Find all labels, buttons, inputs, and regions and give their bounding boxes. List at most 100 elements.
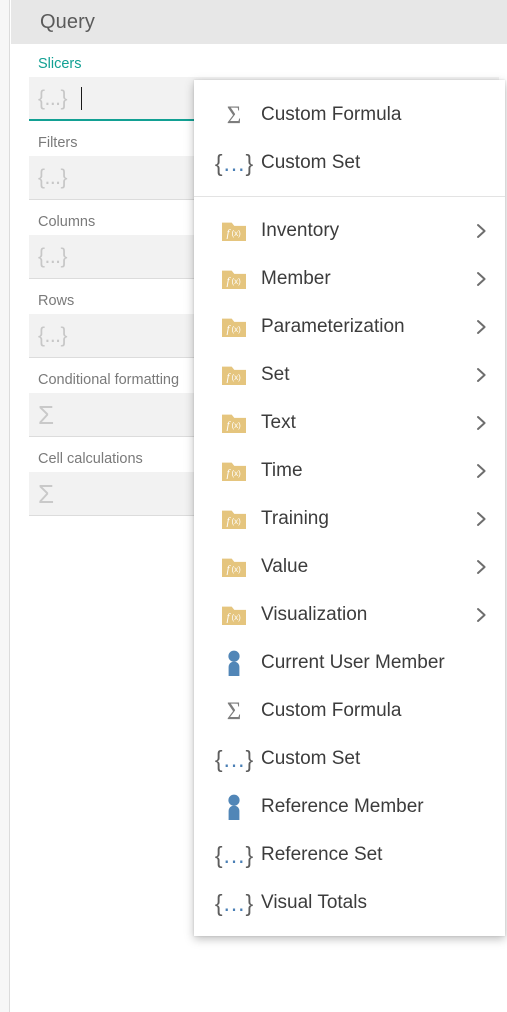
text-cursor [81, 86, 83, 110]
menu-item-label: Custom Set [261, 152, 361, 173]
menu-item-custom-formula[interactable]: Σ Custom Formula [194, 91, 505, 139]
page-title: Query [40, 10, 95, 33]
fx-folder-glyph: f (x) [222, 221, 246, 241]
svg-text:(x): (x) [232, 229, 242, 238]
svg-text:(x): (x) [232, 277, 242, 286]
menu-item-label: Text [261, 412, 296, 433]
braces-glyph: {…} [214, 841, 254, 868]
menu-item-custom-set[interactable]: {…} Custom Set [194, 139, 505, 187]
menu-item-parameterization[interactable]: f (x) Parameterization [194, 303, 505, 351]
menu-item-label: Set [261, 364, 290, 385]
fx-folder-glyph: f (x) [222, 605, 246, 625]
menu-item-set[interactable]: f (x) Set [194, 351, 505, 399]
set-braces-icon: {…} [215, 151, 253, 175]
menu-item-label: Inventory [261, 220, 340, 241]
sigma-icon: Σ [38, 399, 54, 430]
menu-item-text[interactable]: f (x) Text [194, 399, 505, 447]
menu-item-label: Current User Member [261, 652, 445, 673]
menu-item-custom-formula[interactable]: Σ Custom Formula [194, 687, 505, 735]
fx-folder-glyph: f (x) [222, 557, 246, 577]
menu-item-current-user-member[interactable]: Current User Member [194, 639, 505, 687]
braces-glyph: {…} [214, 149, 254, 176]
menu-item-label: Custom Set [261, 748, 361, 769]
fx-folder-glyph: f (x) [222, 509, 246, 529]
braces-glyph: {…} [214, 889, 254, 916]
fx-folder-glyph: f (x) [222, 365, 246, 385]
fx-folder-icon: f (x) [219, 267, 249, 291]
menu-item-reference-set[interactable]: {…} Reference Set [194, 831, 505, 879]
menu-item-label: Value [261, 556, 309, 577]
chevron-right-icon [473, 415, 489, 431]
braces-glyph: {…} [214, 745, 254, 772]
sigma-icon: Σ [38, 478, 54, 509]
menu-item-label: Custom Formula [261, 700, 402, 721]
sigma-icon: Σ [219, 103, 249, 128]
fx-folder-glyph: f (x) [222, 413, 246, 433]
menu-item-label: Reference Member [261, 796, 424, 817]
menu-separator [194, 196, 505, 197]
chevron-right-icon [473, 511, 489, 527]
menu-item-label: Parameterization [261, 316, 405, 337]
fx-folder-icon: f (x) [219, 555, 249, 579]
menu-item-label: Visual Totals [261, 892, 367, 913]
menu-item-inventory[interactable]: f (x) Inventory [194, 207, 505, 255]
menu-item-member[interactable]: f (x) Member [194, 255, 505, 303]
menu-item-time[interactable]: f (x) Time [194, 447, 505, 495]
fx-folder-icon: f (x) [219, 363, 249, 387]
fx-folder-icon: f (x) [219, 507, 249, 531]
add-element-dropdown-menu[interactable]: Σ Custom Formula {…} Custom Set f (x) Inventor… [194, 80, 505, 936]
set-braces-icon: {...} [38, 166, 68, 189]
menu-item-label: Member [261, 268, 331, 289]
menu-item-value[interactable]: f (x) Value [194, 543, 505, 591]
chevron-right-icon [473, 607, 489, 623]
menu-item-label: Custom Formula [261, 104, 402, 125]
svg-text:(x): (x) [232, 565, 242, 574]
set-braces-icon: {...} [38, 245, 68, 268]
set-braces-icon: {…} [215, 747, 253, 771]
menu-item-label: Reference Set [261, 844, 383, 865]
menu-item-visualization[interactable]: f (x) Visualization [194, 591, 505, 639]
chevron-right-icon [473, 271, 489, 287]
person-icon [219, 794, 249, 821]
svg-text:(x): (x) [232, 517, 242, 526]
menu-item-reference-member[interactable]: Reference Member [194, 783, 505, 831]
person-glyph [228, 650, 240, 676]
panel-header: Query [11, 0, 507, 44]
chevron-right-icon [473, 463, 489, 479]
fx-folder-icon: f (x) [219, 315, 249, 339]
fx-folder-icon: f (x) [219, 219, 249, 243]
left-gutter [0, 0, 10, 1012]
set-braces-icon: {...} [38, 324, 68, 347]
fx-folder-glyph: f (x) [222, 269, 246, 289]
set-braces-icon: {…} [215, 891, 253, 915]
set-braces-icon: {...} [38, 86, 68, 110]
menu-item-label: Training [261, 508, 329, 529]
menu-item-label: Time [261, 460, 303, 481]
person-glyph [228, 794, 240, 820]
query-panel-screen: Query Slicers {...} Filters {...} Columns {..… [0, 0, 507, 1012]
menu-item-custom-set[interactable]: {…} Custom Set [194, 735, 505, 783]
fx-folder-icon: f (x) [219, 459, 249, 483]
sigma-glyph: Σ [226, 101, 242, 129]
chevron-right-icon [473, 559, 489, 575]
chevron-right-icon [473, 223, 489, 239]
fx-folder-icon: f (x) [219, 603, 249, 627]
field-label: Slicers [38, 56, 82, 72]
chevron-right-icon [473, 319, 489, 335]
chevron-right-icon [473, 367, 489, 383]
svg-text:(x): (x) [232, 421, 242, 430]
fx-folder-glyph: f (x) [222, 317, 246, 337]
sigma-icon: Σ [219, 699, 249, 724]
set-braces-icon: {…} [215, 843, 253, 867]
svg-text:(x): (x) [232, 373, 242, 382]
svg-text:(x): (x) [232, 469, 242, 478]
person-icon [219, 650, 249, 677]
fx-folder-glyph: f (x) [222, 461, 246, 481]
svg-text:(x): (x) [232, 325, 242, 334]
sigma-glyph: Σ [226, 697, 242, 725]
svg-text:(x): (x) [232, 613, 242, 622]
menu-item-label: Visualization [261, 604, 368, 625]
fx-folder-icon: f (x) [219, 411, 249, 435]
menu-item-visual-totals[interactable]: {…} Visual Totals [194, 879, 505, 927]
menu-item-training[interactable]: f (x) Training [194, 495, 505, 543]
